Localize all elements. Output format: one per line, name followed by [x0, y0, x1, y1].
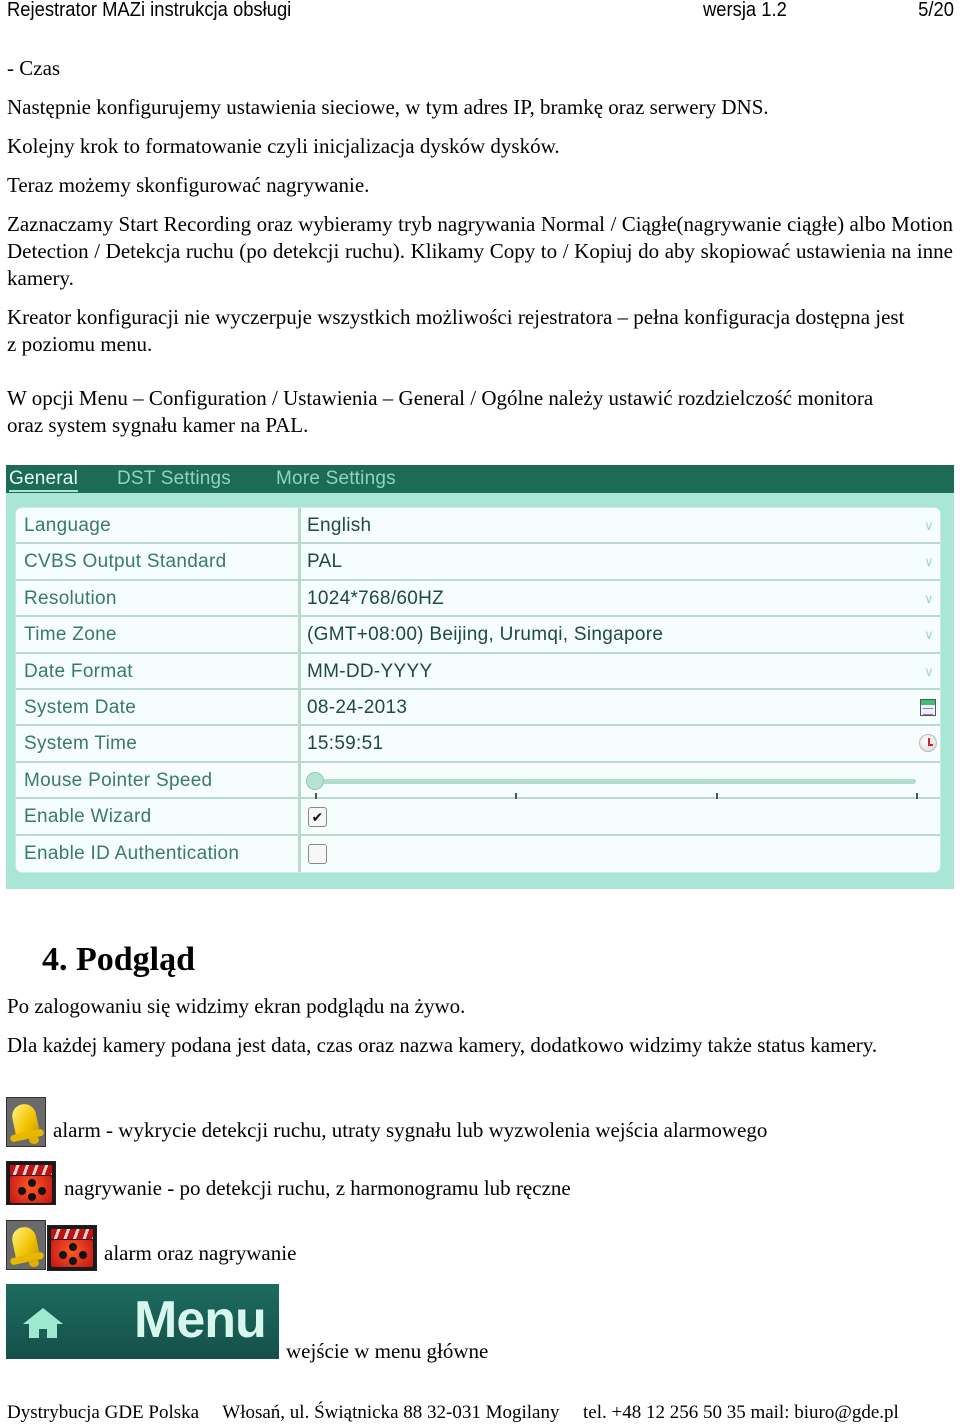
settings-list: Language English ∨ CVBS Output Standard P…: [16, 508, 940, 872]
setting-row-enable-id-auth: Enable ID Authentication: [16, 835, 940, 872]
menu-button-label: Menu: [134, 1291, 267, 1349]
dropdown-value: MM-DD-YYYY: [307, 660, 433, 682]
footer-contact: tel. +48 12 256 50 35 mail: biuro@gde.pl: [582, 1402, 899, 1423]
setting-row-enable-wizard: Enable Wizard ✔: [16, 799, 940, 836]
setting-label: Resolution: [16, 580, 301, 616]
setting-row-time-zone: Time Zone (GMT+08:00) Beijing, Urumqi, S…: [16, 617, 940, 654]
paragraph-start-recording: Zaznaczamy Start Recording oraz wybieram…: [7, 212, 953, 290]
setting-row-cvbs: CVBS Output Standard PAL ∨: [16, 544, 940, 581]
setting-label: System Time: [16, 726, 301, 761]
date-value: 08-24-2013: [307, 696, 408, 718]
chevron-down-icon[interactable]: ∨: [924, 508, 934, 543]
dropdown-value: (GMT+08:00) Beijing, Urumqi, Singapore: [307, 624, 664, 646]
page-number: 5/20: [918, 0, 954, 21]
paragraph-czas: - Czas: [7, 56, 61, 80]
chevron-down-icon[interactable]: ∨: [924, 581, 934, 616]
calendar-icon[interactable]: [920, 698, 936, 716]
paragraph-general-settings: W opcji Menu – Configuration / Ustawieni…: [7, 386, 874, 437]
legend-alarm-text: alarm - wykrycie detekcji ruchu, utraty …: [53, 1118, 768, 1142]
mouse-speed-slider[interactable]: [306, 771, 918, 799]
paragraph-recording: Teraz możemy skonfigurować nagrywanie.: [7, 173, 370, 197]
paragraph-wizard: Kreator konfiguracji nie wyczerpuje wszy…: [7, 305, 905, 356]
document-version: wersja 1.2: [703, 0, 787, 21]
page-header: Rejestrator MAZi instrukcja obsługi wers…: [7, 0, 954, 22]
time-value: 15:59:51: [307, 733, 384, 755]
clock-icon[interactable]: [919, 734, 937, 753]
legend-recording-text: nagrywanie - po detekcji ruchu, z harmon…: [64, 1176, 571, 1200]
dropdown-value: English: [307, 515, 372, 536]
paragraph-camera-status: Dla każdej kamery podana jest data, czas…: [7, 1033, 878, 1057]
setting-label: Date Format: [16, 653, 301, 688]
footer-address: Włosań, ul. Świątnicka 88 32-031 Mogilan…: [222, 1402, 560, 1423]
setting-label: System Date: [16, 689, 301, 725]
setting-label: Language: [16, 508, 301, 543]
general-settings-panel: General DST Settings More Settings Langu…: [6, 465, 954, 889]
setting-label: CVBS Output Standard: [16, 544, 301, 579]
bell-icon: [6, 1097, 46, 1147]
slider-tick: [315, 792, 317, 799]
slider-tick: [715, 792, 718, 799]
menu-button[interactable]: Menu: [6, 1284, 279, 1359]
setting-row-language: Language English ∨: [16, 508, 940, 545]
chevron-down-icon[interactable]: ∨: [924, 654, 934, 689]
record-icon: [47, 1225, 97, 1271]
slider-track[interactable]: [315, 778, 916, 784]
tab-more-settings[interactable]: More Settings: [276, 468, 396, 490]
settings-tabs: General DST Settings More Settings: [6, 465, 954, 493]
setting-label: Time Zone: [16, 617, 301, 652]
date-format-dropdown[interactable]: MM-DD-YYYY ∨: [301, 654, 940, 688]
setting-label: Enable Wizard: [16, 799, 301, 834]
enable-id-authentication-checkbox[interactable]: [308, 843, 327, 864]
setting-label: Mouse Pointer Speed: [16, 762, 301, 798]
legend-alarm-recording-text: alarm oraz nagrywanie: [104, 1241, 297, 1265]
dropdown-value: PAL: [307, 551, 343, 573]
setting-row-system-date: System Date 08-24-2013: [16, 689, 940, 727]
tab-general[interactable]: General: [9, 468, 78, 492]
enable-wizard-checkbox[interactable]: ✔: [308, 807, 327, 828]
language-dropdown[interactable]: English ∨: [301, 508, 940, 542]
system-date-field[interactable]: 08-24-2013: [301, 690, 940, 724]
setting-label: Enable ID Authentication: [16, 835, 301, 872]
setting-row-resolution: Resolution 1024*768/60HZ ∨: [16, 580, 940, 618]
home-icon: [23, 1308, 63, 1324]
menu-description: wejście w menu główne: [286, 1339, 489, 1363]
footer-company: Dystrybucja GDE Polska: [7, 1402, 200, 1423]
slider-thumb[interactable]: [306, 771, 324, 790]
setting-row-date-format: Date Format MM-DD-YYYY ∨: [16, 653, 940, 690]
document-title: Rejestrator MAZi instrukcja obsługi: [7, 0, 292, 21]
tab-dst-settings[interactable]: DST Settings: [117, 468, 231, 490]
section-heading: 4. Podgląd: [42, 941, 196, 978]
record-icon: [6, 1161, 56, 1205]
paragraph-format: Kolejny krok to formatowanie czyli inicj…: [7, 134, 560, 158]
time-zone-dropdown[interactable]: (GMT+08:00) Beijing, Urumqi, Singapore ∨: [301, 617, 940, 651]
slider-tick: [916, 792, 918, 799]
setting-row-system-time: System Time 15:59:51: [16, 726, 940, 763]
cvbs-output-dropdown[interactable]: PAL ∨: [301, 544, 940, 578]
paragraph-live-view: Po zalogowaniu się widzimy ekran podgląd…: [7, 994, 466, 1018]
setting-row-mouse-speed: Mouse Pointer Speed: [16, 762, 940, 800]
paragraph-network: Następnie konfigurujemy ustawienia sieci…: [7, 95, 769, 119]
bell-icon: [6, 1220, 46, 1270]
chevron-down-icon[interactable]: ∨: [924, 617, 934, 652]
resolution-dropdown[interactable]: 1024*768/60HZ ∨: [301, 581, 940, 615]
system-time-field[interactable]: 15:59:51: [301, 726, 940, 760]
slider-tick: [515, 792, 518, 799]
dropdown-value: 1024*768/60HZ: [307, 587, 445, 609]
chevron-down-icon[interactable]: ∨: [924, 544, 934, 579]
page-footer: Dystrybucja GDE Polska Włosań, ul. Świąt…: [7, 1402, 899, 1424]
